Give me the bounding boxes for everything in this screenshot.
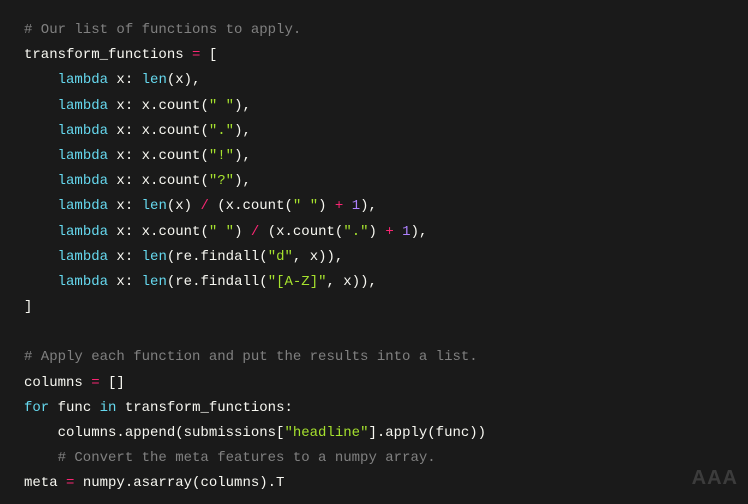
code-line bbox=[24, 320, 724, 345]
code-line: lambda x: x.count(" ") / (x.count(".") +… bbox=[24, 220, 724, 245]
code-line: columns = [] bbox=[24, 371, 724, 396]
code-line: # Convert the meta features to a numpy a… bbox=[24, 446, 724, 471]
watermark: AAA bbox=[692, 460, 738, 496]
code-line: lambda x: len(x), bbox=[24, 68, 724, 93]
code-line: # Apply each function and put the result… bbox=[24, 345, 724, 370]
code-line: # Our list of functions to apply. bbox=[24, 18, 724, 43]
code-line: meta = numpy.asarray(columns).T bbox=[24, 471, 724, 496]
code-line: columns.append(submissions["headline"].a… bbox=[24, 421, 724, 446]
code-line: for func in transform_functions: bbox=[24, 396, 724, 421]
code-line: lambda x: len(re.findall("[A-Z]", x)), bbox=[24, 270, 724, 295]
code-container: # Our list of functions to apply.transfo… bbox=[24, 18, 724, 497]
code-block: # Our list of functions to apply.transfo… bbox=[0, 0, 748, 504]
code-line: transform_functions = [ bbox=[24, 43, 724, 68]
code-line: lambda x: x.count(" "), bbox=[24, 94, 724, 119]
code-line: ] bbox=[24, 295, 724, 320]
code-line: lambda x: x.count("."), bbox=[24, 119, 724, 144]
code-line: lambda x: x.count("!"), bbox=[24, 144, 724, 169]
code-line: lambda x: len(re.findall("d", x)), bbox=[24, 245, 724, 270]
code-line: lambda x: x.count("?"), bbox=[24, 169, 724, 194]
code-line: lambda x: len(x) / (x.count(" ") + 1), bbox=[24, 194, 724, 219]
